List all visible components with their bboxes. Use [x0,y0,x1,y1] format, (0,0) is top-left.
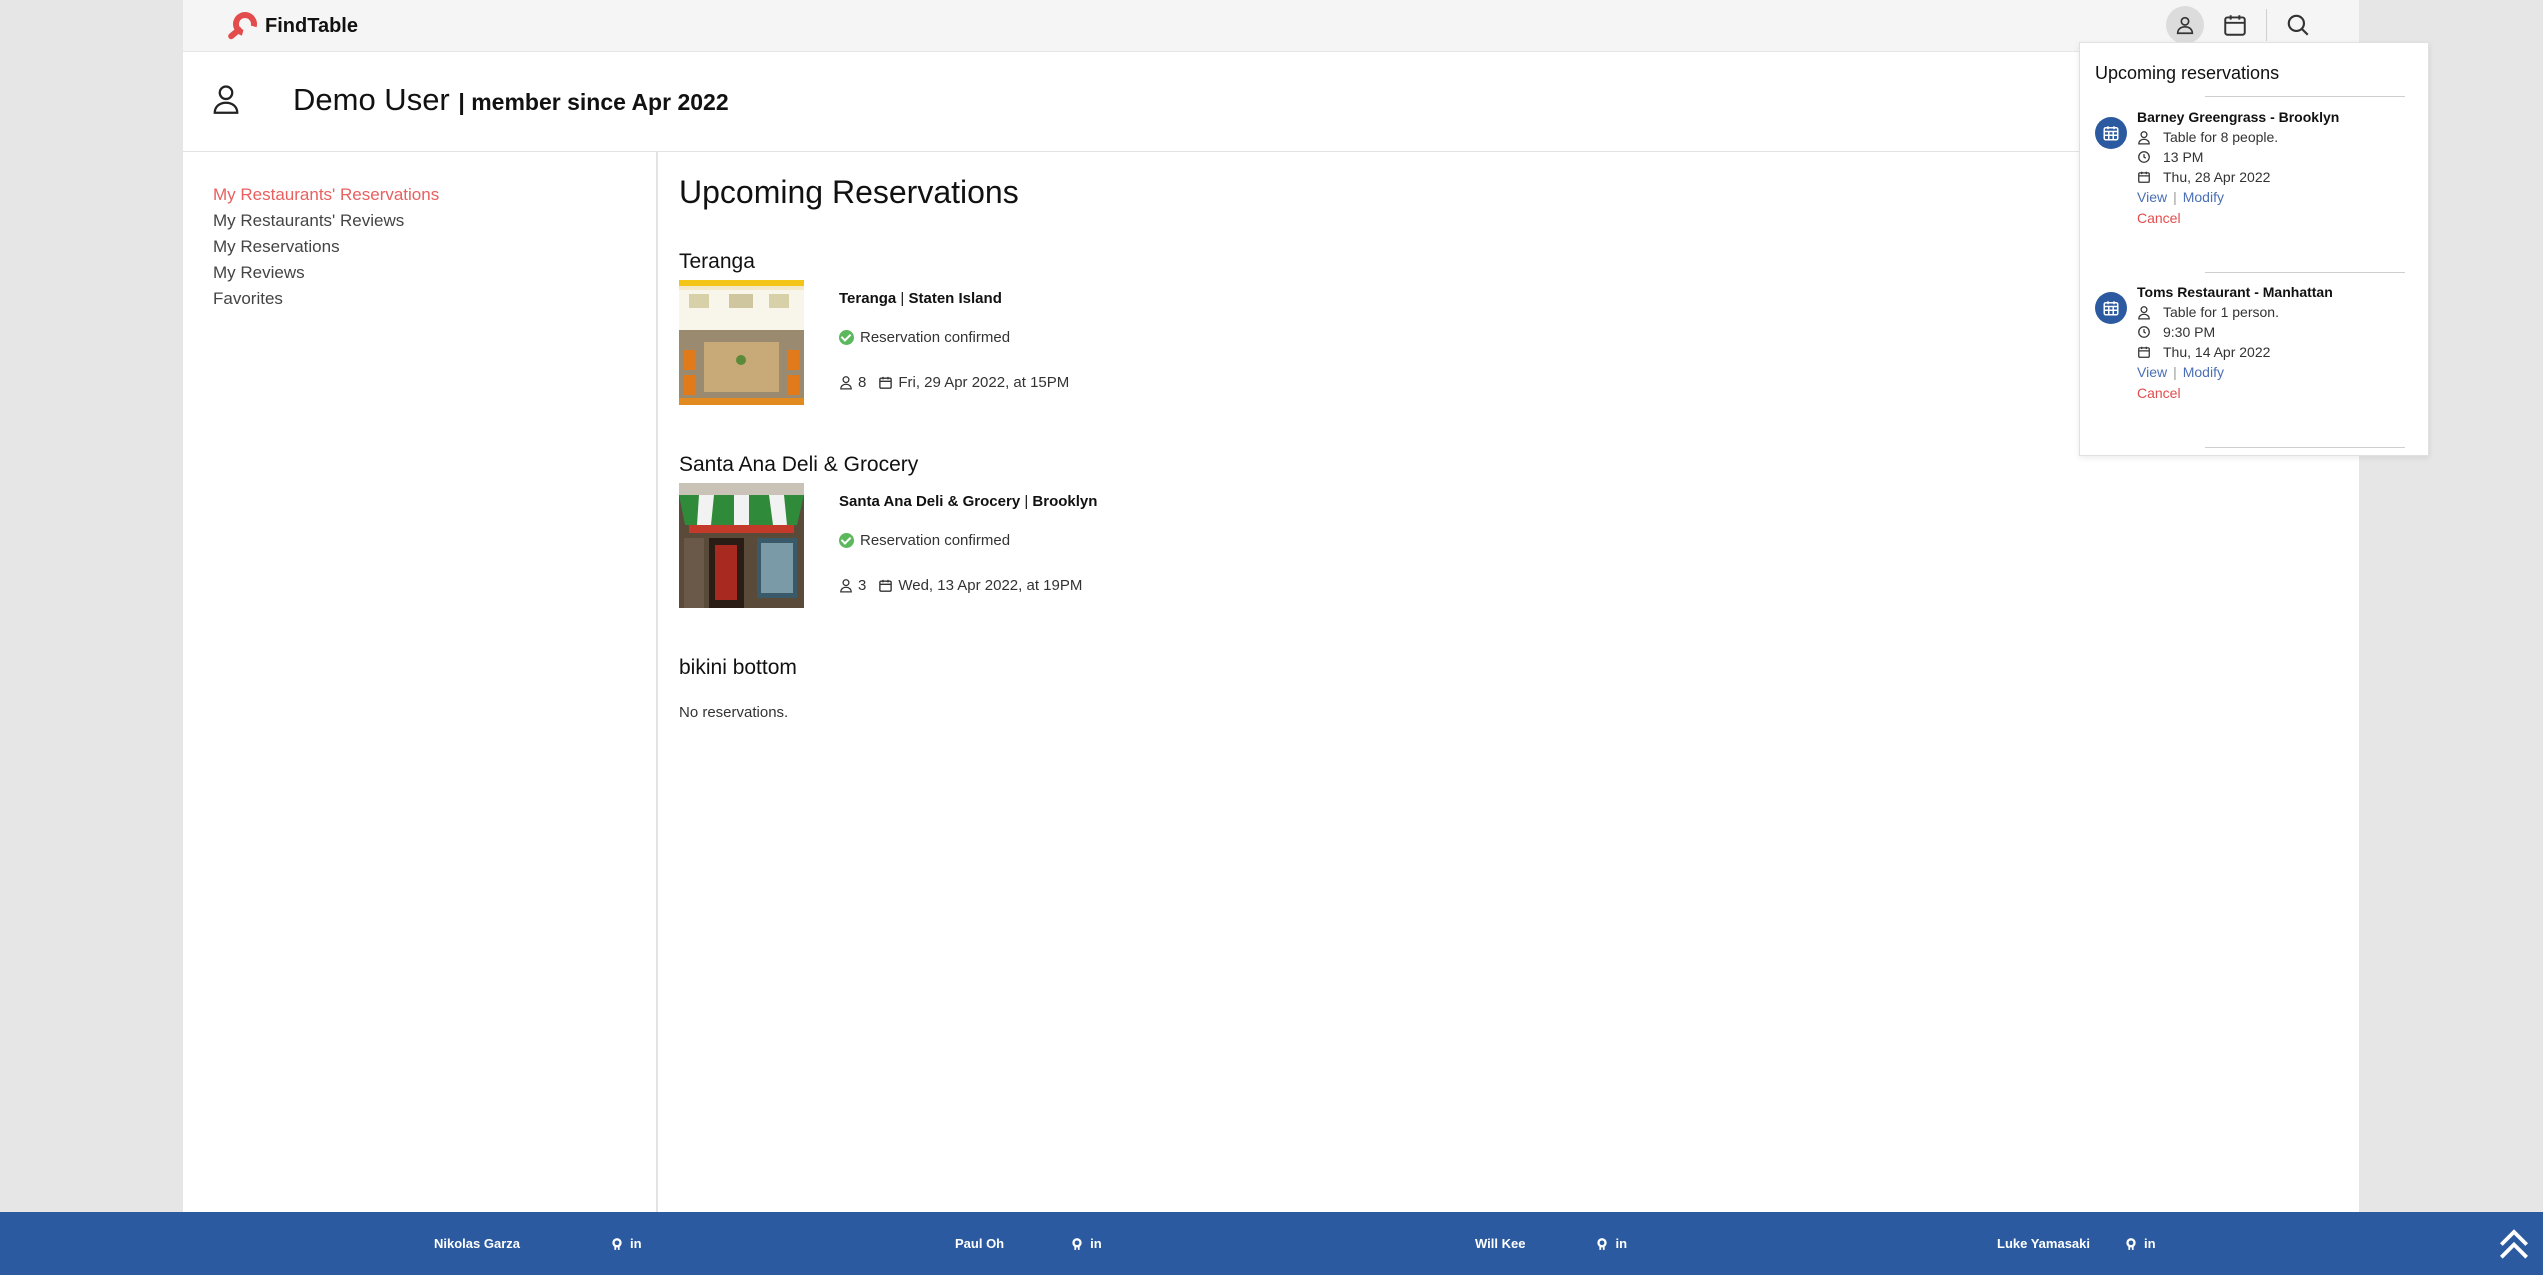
calendar-icon [2224,15,2246,36]
reservation-time: 9:30 PM [2137,322,2333,342]
reservation-restaurant: Toms Restaurant - Manhattan [2137,284,2333,300]
restaurant-name-line: Teranga | Staten Island [839,290,1002,307]
user-icon [840,579,852,593]
app-name: FindTable [265,14,358,37]
user-name: Demo User [293,82,450,117]
divider [2205,272,2405,273]
sidebar-item-my-reservations[interactable]: My Reservations [213,234,656,260]
clock-icon [2138,151,2150,163]
user-icon [2176,16,2194,35]
empty-message: No reservations. [679,704,789,721]
restaurant-section: Teranga Teranga | Staten Island Reservat… [679,250,1579,405]
cancel-link[interactable]: Cancel [2137,382,2333,404]
footer: Nikolas Garza in Paul Oh in Will Kee in … [0,1212,2543,1275]
calendar-icon [879,376,893,389]
sidebar-item-my-reviews[interactable]: My Reviews [213,260,656,286]
modify-link[interactable]: Modify [2183,189,2224,205]
guest-count: 8 [858,374,867,391]
restaurant-title: bikini bottom [679,656,797,679]
reservation-date: Thu, 14 Apr 2022 [2137,342,2333,362]
user-icon [213,85,239,114]
reservation-meta: 8 Fri, 29 Apr 2022, at 15PM [839,374,1439,391]
reservation-date: Fri, 29 Apr 2022, at 15PM [898,374,1070,391]
check-icon [839,330,854,345]
view-link[interactable]: View [2137,364,2167,380]
sidebar-item-restaurants-reviews[interactable]: My Restaurants' Reviews [213,208,656,234]
calendar-icon [2095,292,2127,324]
party-size: Table for 1 person. [2137,302,2333,322]
calendar-icon [2095,117,2127,149]
reservation-date: Wed, 13 Apr 2022, at 19PM [898,577,1083,594]
reservation-restaurant: Barney Greengrass - Brooklyn [2137,109,2340,125]
linkedin-icon[interactable]: in [1090,1236,1102,1251]
linkedin-icon[interactable]: in [2144,1236,2156,1251]
reservation-date: Thu, 28 Apr 2022 [2137,167,2339,187]
footer-credit: Will Kee in [1475,1236,1627,1251]
modify-link[interactable]: Modify [2183,364,2224,380]
credit-name: Paul Oh [955,1236,1005,1251]
party-size: Table for 8 people. [2137,127,2339,147]
member-since: | member since Apr 2022 [458,89,729,115]
check-icon [839,533,854,548]
top-nav: FindTable [183,0,2359,52]
user-icon [840,376,852,390]
restaurant-photo[interactable] [679,280,804,405]
sidebar: My Restaurants' Reservations My Restaura… [183,152,658,1212]
status-badge: Reservation confirmed [839,329,1439,346]
guest-count: 3 [858,577,867,594]
footer-credit: Nikolas Garza in [434,1236,642,1251]
credit-name: Nikolas Garza [434,1236,520,1251]
reservations-popup: Upcoming reservations Barney Greengrass … [2079,42,2429,456]
sidebar-item-favorites[interactable]: Favorites [213,286,656,312]
page: FindTable Demo User | member since Apr 2… [183,0,2429,1212]
cancel-link[interactable]: Cancel [2137,207,2339,229]
double-chevron-up-icon [2499,1229,2529,1259]
user-icon [2138,130,2150,144]
restaurant-title: Santa Ana Deli & Grocery [679,453,919,476]
profile-header: Demo User | member since Apr 2022 [183,52,2359,152]
github-icon[interactable] [610,1237,624,1251]
status-badge: Reservation confirmed [839,532,1439,549]
divider [2205,96,2405,97]
nav-divider [2266,9,2267,41]
view-link[interactable]: View [2137,189,2167,205]
logo[interactable]: FindTable [223,7,358,44]
linkedin-icon[interactable]: in [630,1236,642,1251]
sidebar-item-restaurants-reservations[interactable]: My Restaurants' Reservations [213,182,656,208]
scroll-top-button[interactable] [2495,1224,2533,1267]
github-icon[interactable] [2124,1237,2138,1251]
credit-name: Will Kee [1475,1236,1526,1251]
logo-icon [223,7,262,44]
credit-name: Luke Yamasaki [1997,1236,2090,1251]
page-title: Upcoming Reservations [679,174,1019,210]
reservation-meta: 3 Wed, 13 Apr 2022, at 19PM [839,577,1439,594]
github-icon[interactable] [1595,1237,1609,1251]
calendar-icon [2138,171,2150,183]
search-button[interactable] [2279,6,2317,44]
footer-credit: Luke Yamasaki in [1997,1236,2156,1251]
clock-icon [2138,326,2150,338]
calendar-icon [2138,346,2150,358]
footer-credit: Paul Oh in [955,1236,1102,1251]
linkedin-icon[interactable]: in [1615,1236,1627,1251]
restaurant-section: bikini bottom No reservations. [679,656,1579,721]
restaurant-title: Teranga [679,250,755,273]
divider [2205,447,2405,448]
profile-title: Demo User | member since Apr 2022 [293,82,729,118]
reservation-time: 13 PM [2137,147,2339,167]
user-button[interactable] [2166,6,2204,44]
avatar [211,82,241,121]
user-icon [2138,305,2150,319]
restaurant-name-line: Santa Ana Deli & Grocery | Brooklyn [839,493,1098,510]
calendar-icon [879,579,893,592]
restaurant-section: Santa Ana Deli & Grocery Santa Ana Deli … [679,453,1579,608]
restaurant-photo[interactable] [679,483,804,608]
github-icon[interactable] [1070,1237,1084,1251]
search-icon [2287,14,2309,36]
calendar-button[interactable] [2216,6,2254,44]
popup-title: Upcoming reservations [2095,63,2280,83]
